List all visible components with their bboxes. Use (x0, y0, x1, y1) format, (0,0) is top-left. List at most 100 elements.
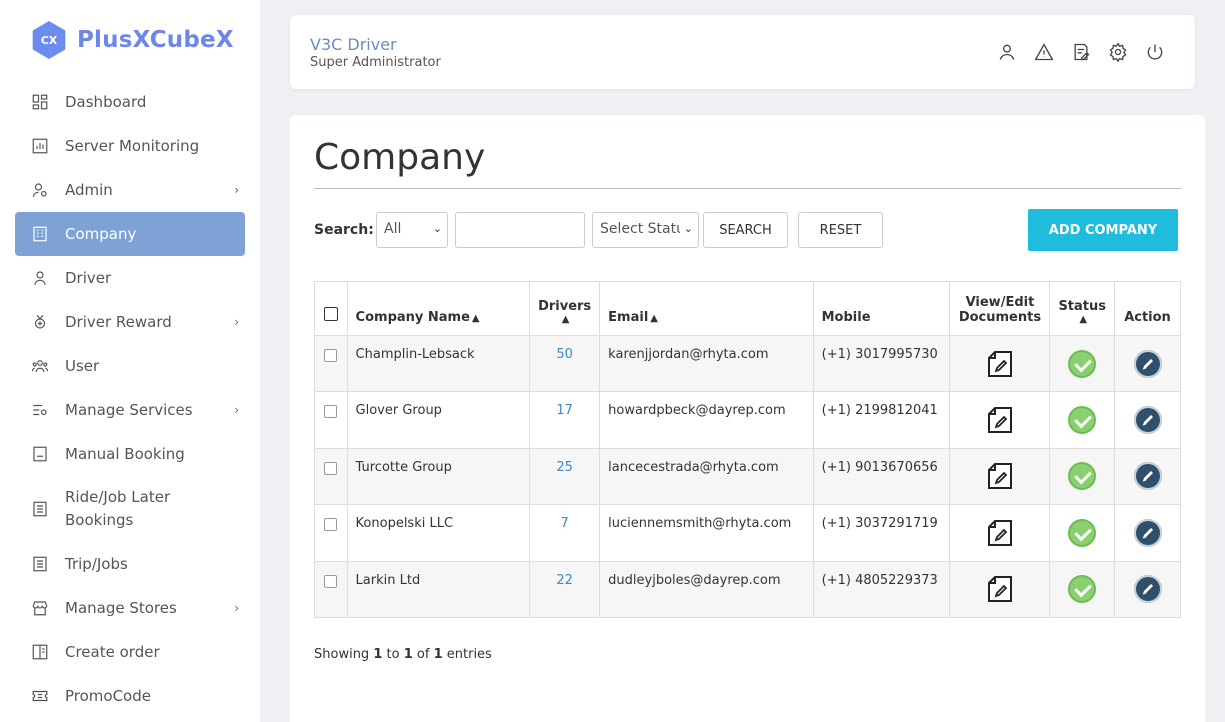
email-cell: dudleyjboles@dayrep.com (599, 560, 814, 618)
services-icon (31, 401, 49, 419)
drivers-count-link[interactable]: 25 (556, 460, 573, 475)
sidebar-item-driver-reward[interactable]: Driver Reward › (15, 300, 245, 344)
chevron-right-icon: › (234, 403, 239, 417)
sidebar-item-label: Manage Services (65, 400, 193, 419)
edit-pencil-icon[interactable] (1133, 349, 1162, 378)
table-row: Larkin Ltd 22 dudleyjboles@dayrep.com (+1) … (314, 560, 1181, 618)
sidebar-item-manage-services[interactable]: Manage Services › (15, 388, 245, 432)
sort-icon: ▲ (1079, 314, 1088, 325)
reset-button[interactable]: RESET (798, 212, 883, 248)
edit-document-icon[interactable] (987, 576, 1013, 603)
company-name-cell: Glover Group (346, 391, 531, 449)
sidebar-item-label: Dashboard (65, 92, 147, 111)
col-drivers[interactable]: Drivers ▲ (529, 281, 601, 336)
edit-pencil-icon[interactable] (1133, 406, 1162, 435)
table-row: Konopelski LLC 7 luciennemsmith@rhyta.com(… (314, 504, 1181, 562)
status-active-icon[interactable] (1068, 518, 1097, 547)
sidebar-item-user[interactable]: User (15, 344, 245, 388)
sidebar-item-company[interactable]: Company (15, 212, 245, 256)
sort-icon: ▲︎ (471, 313, 480, 324)
select-all-checkbox[interactable] (323, 307, 338, 321)
col-documents: View/Edit Documents (949, 281, 1051, 336)
store-icon (31, 599, 49, 617)
search-input[interactable] (455, 212, 585, 248)
sidebar-item-promocode[interactable]: PromoCode (15, 674, 245, 718)
sidebar-item-label: PromoCode (65, 686, 151, 705)
drivers-count-link[interactable]: 22 (556, 573, 573, 588)
table-row: Champlin-Lebsack 50 karenjjordan@rhyta.com… (314, 334, 1181, 393)
sidebar-item-create-order[interactable]: Create order (15, 630, 245, 674)
edit-document-icon[interactable] (987, 350, 1013, 377)
brand-name: PlusXCubeX (77, 27, 234, 53)
col-company-name[interactable]: Company Name ▲︎ (346, 281, 531, 336)
settings-icon[interactable] (1108, 42, 1128, 62)
drivers-count-link[interactable]: 17 (556, 403, 573, 418)
company-name-cell: Konopelski LLC (346, 504, 531, 562)
email-cell: lancecestrada@rhyta.com (599, 447, 814, 506)
company-table: Company Name ▲︎ Drivers ▲ Email ▲ Mobile Vi… (314, 281, 1181, 618)
logo-badge-icon: CX (32, 21, 66, 59)
users-icon (31, 357, 49, 375)
drivers-count-link[interactable]: 50 (556, 347, 573, 362)
brand-logo[interactable]: CX PlusXCubeX (30, 21, 234, 59)
add-company-button[interactable]: ADD COMPANY (1028, 209, 1178, 251)
sidebar-item-label: Admin (65, 180, 113, 199)
entries-info: Showing 1 to 1 of 1 entries (314, 647, 492, 662)
sidebar-item-dashboard[interactable]: Dashboard (15, 80, 245, 124)
list-icon (31, 500, 49, 518)
col-action: Action (1114, 281, 1181, 336)
edit-document-icon[interactable] (987, 463, 1013, 490)
sort-icon: ▲ (561, 314, 570, 325)
edit-document-icon[interactable] (987, 407, 1013, 434)
row-checkbox[interactable] (324, 518, 338, 532)
status-active-icon[interactable] (1068, 462, 1097, 491)
edit-pencil-icon[interactable] (1133, 462, 1162, 491)
row-checkbox[interactable] (324, 349, 338, 362)
driver-icon (31, 269, 49, 287)
search-button[interactable]: SEARCH (703, 212, 788, 248)
top-header: V3C Driver Super Administrator (290, 15, 1195, 89)
trip-icon (31, 555, 49, 573)
power-icon[interactable] (1145, 42, 1165, 62)
row-checkbox[interactable] (324, 405, 338, 419)
row-checkbox[interactable] (324, 574, 338, 588)
mobile-cell: (+1) 3037291719 (812, 504, 951, 562)
company-name-cell: Turcotte Group (346, 447, 531, 506)
status-active-icon[interactable] (1068, 349, 1097, 378)
sidebar-item-server-monitoring[interactable]: Server Monitoring (15, 124, 245, 168)
page-title: Company (314, 137, 486, 178)
edit-note-icon[interactable] (1071, 42, 1091, 62)
edit-pencil-icon[interactable] (1133, 575, 1162, 604)
mobile-cell: (+1) 4805229373 (812, 560, 951, 618)
sidebar-item-driver[interactable]: Driver (15, 256, 245, 300)
status-active-icon[interactable] (1068, 406, 1097, 435)
alert-icon[interactable] (1034, 42, 1054, 62)
sidebar-item-label: User (65, 356, 100, 375)
user-icon[interactable] (997, 42, 1017, 62)
sidebar-item-ride-job-later-bookings[interactable]: Ride/Job Later Bookings (15, 476, 245, 542)
sidebar-item-trip-jobs[interactable]: Trip/Jobs (15, 542, 245, 586)
sidebar-item-label: Server Monitoring (65, 136, 200, 155)
main-content: Company Search: All ⌄ Select Status ⌄ SE… (290, 115, 1205, 722)
drivers-count-link[interactable]: 7 (560, 516, 568, 531)
sidebar-item-label: Driver Reward (65, 312, 172, 331)
edit-document-icon[interactable] (987, 519, 1013, 546)
filter-select[interactable]: All ⌄ (376, 212, 448, 248)
sidebar-item-manual-booking[interactable]: Manual Booking (15, 432, 245, 476)
company-name-cell: Larkin Ltd (346, 560, 531, 618)
company-name-cell: Champlin-Lebsack (346, 334, 531, 393)
status-active-icon[interactable] (1068, 575, 1097, 604)
sidebar-item-manage-stores[interactable]: Manage Stores › (15, 586, 245, 630)
col-status[interactable]: Status ▲ (1049, 281, 1115, 336)
table-row: Turcotte Group 25 lancecestrada@rhyta.com(… (314, 447, 1181, 506)
dashboard-icon (31, 93, 49, 111)
col-email[interactable]: Email ▲ (599, 281, 814, 336)
email-cell: howardpbeck@dayrep.com (599, 391, 814, 449)
email-cell: karenjjordan@rhyta.com (599, 334, 814, 393)
status-select[interactable]: Select Status ⌄ (592, 212, 699, 248)
edit-pencil-icon[interactable] (1133, 518, 1162, 547)
sidebar-item-label: Trip/Jobs (65, 554, 128, 573)
row-checkbox[interactable] (324, 461, 338, 475)
sidebar-item-label: Create order (65, 642, 160, 661)
sidebar-item-admin[interactable]: Admin › (15, 168, 245, 212)
